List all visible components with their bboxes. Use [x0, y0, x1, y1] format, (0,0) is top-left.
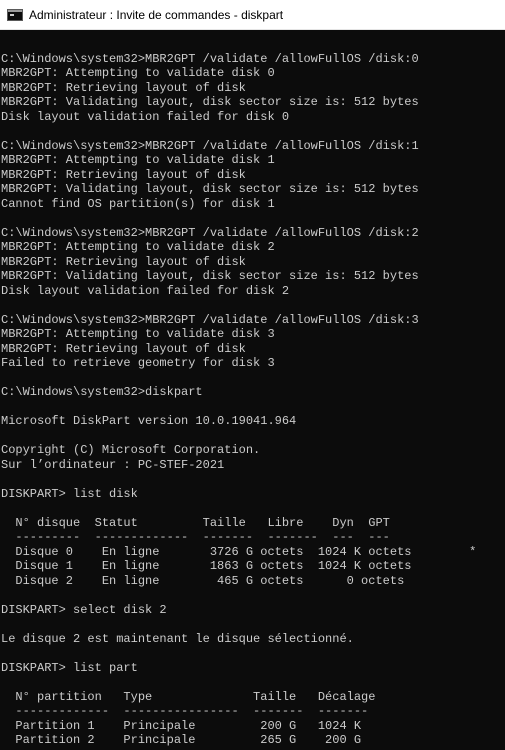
- console-line: Sur l’ordinateur : PC-STEF-2021: [1, 457, 225, 472]
- console-line: DISKPART> list disk: [1, 486, 138, 501]
- console-line: --------- ------------- ------- ------- …: [1, 530, 390, 544]
- console-output[interactable]: C:\Windows\system32>MBR2GPT /validate /a…: [0, 37, 505, 750]
- console-line: Copyright (C) Microsoft Corporation.: [1, 443, 261, 457]
- console-line: C:\Windows\system32>MBR2GPT /validate /a…: [1, 225, 419, 240]
- console-line: MBR2GPT: Attempting to validate disk 3: [1, 327, 275, 341]
- console-line: Microsoft DiskPart version 10.0.19041.96…: [1, 414, 297, 428]
- console-line: N° disque Statut Taille Libre Dyn GPT: [1, 515, 390, 530]
- command-prompt-window[interactable]: Administrateur : Invite de commandes - d…: [0, 0, 505, 750]
- console-line: N° partition Type Taille Décalage: [1, 689, 376, 704]
- console-line: MBR2GPT: Retrieving layout of disk: [1, 167, 246, 182]
- cmd-icon: [7, 8, 23, 21]
- console-line: MBR2GPT: Attempting to validate disk 1: [1, 153, 275, 167]
- console-line: ------------- ---------------- ------- -…: [1, 704, 369, 718]
- window-title: Administrateur : Invite de commandes - d…: [29, 7, 284, 22]
- console-line: C:\Windows\system32>MBR2GPT /validate /a…: [1, 138, 419, 153]
- console-line: MBR2GPT: Validating layout, disk sector …: [1, 95, 419, 109]
- console-line: Disque 0 En ligne 3726 G octets 1024 K o…: [1, 544, 477, 559]
- console-line: MBR2GPT: Attempting to validate disk 0: [1, 66, 275, 80]
- console-line: MBR2GPT: Validating layout, disk sector …: [1, 269, 419, 283]
- console-line: MBR2GPT: Attempting to validate disk 2: [1, 240, 275, 254]
- console-line: C:\Windows\system32>MBR2GPT /validate /a…: [1, 51, 419, 66]
- console-line: C:\Windows\system32>diskpart: [1, 385, 203, 399]
- console-line: MBR2GPT: Retrieving layout of disk: [1, 341, 246, 356]
- console-line: Le disque 2 est maintenant le disque sél…: [1, 631, 354, 646]
- console-line: C:\Windows\system32>MBR2GPT /validate /a…: [1, 312, 419, 327]
- console-line: Partition 1 Principale 200 G 1024 K: [1, 718, 362, 733]
- console-line: DISKPART> list part: [1, 660, 138, 675]
- console-line: Disk layout validation failed for disk 2: [1, 283, 290, 298]
- console-line: Disk layout validation failed for disk 0: [1, 109, 290, 124]
- console-line: DISKPART> select disk 2: [1, 602, 167, 617]
- title-bar[interactable]: Administrateur : Invite de commandes - d…: [0, 0, 505, 30]
- console-line: Disque 1 En ligne 1863 G octets 1024 K o…: [1, 559, 412, 573]
- console-line: MBR2GPT: Validating layout, disk sector …: [1, 182, 419, 196]
- console-line: MBR2GPT: Retrieving layout of disk: [1, 254, 246, 269]
- console-line: MBR2GPT: Retrieving layout of disk: [1, 80, 246, 95]
- console-line: Cannot find OS partition(s) for disk 1: [1, 196, 275, 211]
- console-line: Partition 2 Principale 265 G 200 G: [1, 733, 362, 747]
- console-line: Failed to retrieve geometry for disk 3: [1, 356, 275, 370]
- console-line: Disque 2 En ligne 465 G octets 0 octets: [1, 573, 405, 588]
